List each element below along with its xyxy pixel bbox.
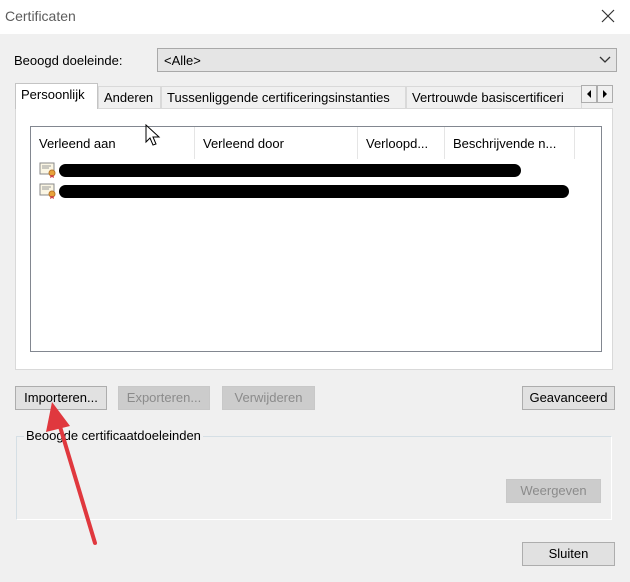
column-header-friendly-name[interactable]: Beschrijvende n... xyxy=(445,127,575,159)
tab-vertrouwde-basis[interactable]: Vertrouwde basiscertificeri xyxy=(406,86,582,108)
tab-scroll-right-button[interactable] xyxy=(597,85,613,103)
list-item[interactable] xyxy=(39,183,579,201)
column-header-issued-to[interactable]: Verleend aan xyxy=(31,127,195,159)
remove-button[interactable]: Verwijderen xyxy=(222,386,315,410)
tab-tussenliggende[interactable]: Tussenliggende certificeringsinstanties xyxy=(161,86,406,108)
arrow-right-icon xyxy=(603,90,607,98)
redacted-text xyxy=(59,164,521,177)
window-title: Certificaten xyxy=(5,8,76,24)
import-button[interactable]: Importeren... xyxy=(15,386,107,410)
certificate-icon xyxy=(39,183,56,199)
purpose-selected-value: <Alle> xyxy=(164,53,201,68)
tab-strip: Persoonlijk Anderen Tussenliggende certi… xyxy=(15,83,613,109)
purpose-dropdown[interactable]: <Alle> xyxy=(157,48,617,72)
close-icon xyxy=(601,9,615,23)
view-button[interactable]: Weergeven xyxy=(506,479,601,503)
tab-anderen[interactable]: Anderen xyxy=(98,86,161,108)
list-item[interactable] xyxy=(39,162,579,180)
advanced-button[interactable]: Geavanceerd xyxy=(522,386,615,410)
redacted-text xyxy=(59,185,569,198)
column-header-expires[interactable]: Verloopd... xyxy=(358,127,445,159)
certificate-icon xyxy=(39,162,56,178)
close-window-button[interactable] xyxy=(596,4,620,28)
export-button[interactable]: Exporteren... xyxy=(118,386,210,410)
intended-purposes-group xyxy=(16,436,612,520)
mouse-cursor-icon xyxy=(145,124,161,146)
chevron-down-icon xyxy=(599,56,611,63)
tab-persoonlijk[interactable]: Persoonlijk xyxy=(15,83,98,109)
close-button[interactable]: Sluiten xyxy=(522,542,615,566)
column-header-issued-by[interactable]: Verleend door xyxy=(195,127,358,159)
tab-scroll-left-button[interactable] xyxy=(581,85,597,103)
arrow-left-icon xyxy=(587,90,591,98)
purpose-label: Beoogd doeleinde: xyxy=(14,53,123,68)
intended-purposes-label: Beoogde certificaatdoeleinden xyxy=(24,428,203,443)
certificate-list[interactable]: Verleend aan Verleend door Verloopd... B… xyxy=(30,126,602,352)
